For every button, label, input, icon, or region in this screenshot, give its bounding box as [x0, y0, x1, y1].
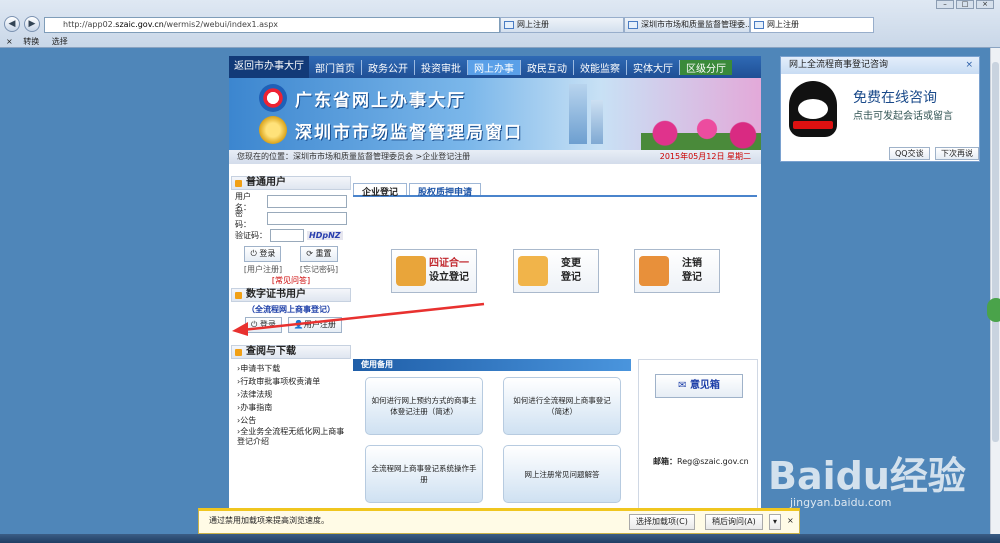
watermark-site: jingyan.baidu.com	[790, 496, 892, 509]
convert-button[interactable]: 转换	[23, 37, 39, 46]
browser-chrome: – □ × ◀ ▶ http://app02.szaic.gov.cn/wermis…	[0, 0, 1000, 48]
logo-icon	[259, 84, 287, 112]
cancel-registration-button[interactable]: 注销 登记	[634, 249, 720, 293]
list-item[interactable]: ›法律法规	[237, 388, 345, 401]
close-button[interactable]: ×	[976, 0, 994, 9]
banner-title: 广东省网上办事大厅	[295, 91, 466, 111]
feedback-button[interactable]: ✉ 意见箱	[655, 374, 743, 398]
scrollbar-thumb[interactable]	[992, 62, 999, 442]
minimize-button[interactable]: –	[936, 0, 954, 9]
refresh-icon: ⟳	[306, 249, 316, 258]
popup-title: 网上全流程商事登记咨询 ×	[781, 57, 979, 74]
folder-icon	[639, 256, 669, 286]
guide-section: 使用备用 如何进行网上预约方式的商事主体登记注册（简述） 如何进行全流程网上商事…	[353, 359, 631, 503]
close-icon[interactable]: ×	[787, 511, 794, 531]
building-image	[569, 84, 587, 144]
taskbar	[0, 534, 1000, 543]
building-image	[591, 100, 603, 144]
page-icon	[754, 21, 764, 29]
browser-tab-1[interactable]: 网上注册	[500, 17, 624, 33]
list-item[interactable]: ›行政审批事项权责清单	[237, 375, 345, 388]
tab-enterprise-registration[interactable]: 企业登记	[353, 183, 408, 198]
book-icon	[396, 256, 426, 286]
nav-item[interactable]: 投资审批	[415, 59, 468, 75]
close-icon[interactable]: ×	[965, 57, 973, 74]
guide-button[interactable]: 如何进行全流程网上商事登记（简述）	[503, 377, 621, 435]
address-bar[interactable]: http://app02.szaic.gov.cn/wermis2/webui/…	[44, 17, 500, 33]
nav-item[interactable]: 效能监察	[574, 59, 627, 75]
back-icon[interactable]: ◀	[4, 16, 20, 32]
watermark-logo: Baidu经验	[768, 454, 966, 498]
consult-popup: 网上全流程商事登记咨询 × 免费在线咨询 点击可发起会话或留言 QQ交谈 下次再说	[780, 56, 980, 162]
select-button[interactable]: 选择	[52, 37, 68, 46]
captcha-image[interactable]: HDpNZ	[307, 231, 343, 240]
window-controls: – □ ×	[936, 0, 994, 9]
list-item[interactable]: ›申请书下载	[237, 362, 345, 375]
downloads-list: ›申请书下载 ›行政审批事项权责清单 ›法律法规 ›办事指南 ›公告 ›全业务全…	[231, 359, 351, 450]
dropdown-icon[interactable]: ▾	[769, 514, 782, 530]
downloads-title: 查阅与下载	[231, 345, 351, 359]
nav-item[interactable]: 部门首页	[309, 59, 362, 75]
power-icon: ⏻	[250, 249, 260, 258]
popup-subtitle: 点击可发起会话或留言	[853, 111, 953, 122]
reset-button[interactable]: ⟳ 重置	[300, 246, 338, 262]
banner: 广东省网上办事大厅 深圳市市场监督管理局窗口	[229, 78, 761, 150]
later-button[interactable]: 下次再说	[935, 147, 979, 160]
date-label: 2015年05月12日 星期二	[659, 152, 751, 161]
notification-bar: 通过禁用加载项来提高浏览速度。 选择加载项(C) 稍后询问(A) ▾ ×	[198, 508, 800, 534]
nav-item[interactable]: 政民互动	[521, 59, 574, 75]
emblem-icon	[259, 116, 287, 144]
nav-item-active[interactable]: 网上办事	[468, 59, 521, 75]
tab-equity-pledge[interactable]: 股权质押申请	[409, 183, 482, 198]
breadcrumb: 您现在的位置：深圳市市场和质量监督管理委员会 >企业登记注册 2015年05月12…	[229, 150, 761, 164]
list-item[interactable]: ›公告	[237, 414, 345, 427]
command-bar: × 转换 选择	[0, 36, 1000, 48]
pen-icon	[518, 256, 548, 286]
close-icon[interactable]: ×	[6, 37, 13, 46]
scrollbar[interactable]	[990, 48, 1000, 534]
guide-button[interactable]: 网上注册常见问题解答	[503, 445, 621, 503]
browser-tab-3[interactable]: 网上注册	[750, 17, 874, 33]
arrow-annotation	[232, 302, 485, 336]
side-widget-icon[interactable]	[987, 298, 1000, 322]
nav-home[interactable]: 返回市办事大厅	[229, 56, 309, 78]
forgot-password-link[interactable]: [忘记密码]	[300, 264, 338, 275]
feedback-email[interactable]: Reg@szaic.gov.cn	[677, 457, 749, 466]
page-icon	[628, 21, 638, 29]
qq-penguin-icon[interactable]	[789, 81, 837, 137]
top-nav: 返回市办事大厅 部门首页 政务公开 投资审批 网上办事 政民互动 效能监察 实体…	[229, 56, 761, 78]
forward-icon[interactable]: ▶	[24, 16, 40, 32]
ask-later-button[interactable]: 稍后询问(A)	[705, 514, 763, 530]
list-item[interactable]: ›办事指南	[237, 401, 345, 414]
password-input[interactable]	[267, 212, 347, 225]
page-icon	[504, 21, 514, 29]
register-link[interactable]: [用户注册]	[244, 264, 282, 275]
nav-item[interactable]: 实体大厅	[627, 59, 680, 75]
popup-headline[interactable]: 免费在线咨询	[853, 87, 937, 107]
login-button[interactable]: ⏻ 登录	[244, 246, 282, 262]
qq-chat-button[interactable]: QQ交谈	[889, 147, 930, 160]
username-input[interactable]	[267, 195, 347, 208]
captcha-input[interactable]	[270, 229, 304, 242]
guide-button[interactable]: 如何进行网上预约方式的商事主体登记注册（简述）	[365, 377, 483, 435]
main-content: 企业登记 股权质押申请 四证合一 设立登记 变更 登记 注销 登记	[353, 183, 757, 293]
login-panel-title: 普通用户	[231, 176, 351, 190]
establish-registration-button[interactable]: 四证合一 设立登记	[391, 249, 477, 293]
mailbox-icon: ✉	[678, 380, 690, 391]
choose-addons-button[interactable]: 选择加载项(C)	[629, 514, 695, 530]
login-form: 用户名： 密 码： 验证码： HDpNZ ⏻ 登录 ⟳ 重置 [用户注册] [忘记密码…	[231, 190, 351, 288]
guide-title: 使用备用	[353, 359, 631, 371]
faq-link[interactable]: [常见问答]	[272, 275, 310, 286]
flowers-image	[641, 108, 761, 150]
guide-button[interactable]: 全流程网上商事登记系统操作手册	[365, 445, 483, 503]
banner-subtitle: 深圳市市场监督管理局窗口	[295, 123, 523, 143]
browser-tab-2[interactable]: 深圳市市场和质量监督管理委...	[624, 17, 750, 33]
nav-district[interactable]: 区级分厅	[680, 59, 732, 75]
tab-bar: 企业登记 股权质押申请	[353, 183, 757, 198]
list-item[interactable]: ›全业务全流程无纸化网上商事登记介绍	[237, 427, 345, 447]
nav-item[interactable]: 政务公开	[362, 59, 415, 75]
change-registration-button[interactable]: 变更 登记	[513, 249, 599, 293]
maximize-button[interactable]: □	[956, 0, 974, 9]
